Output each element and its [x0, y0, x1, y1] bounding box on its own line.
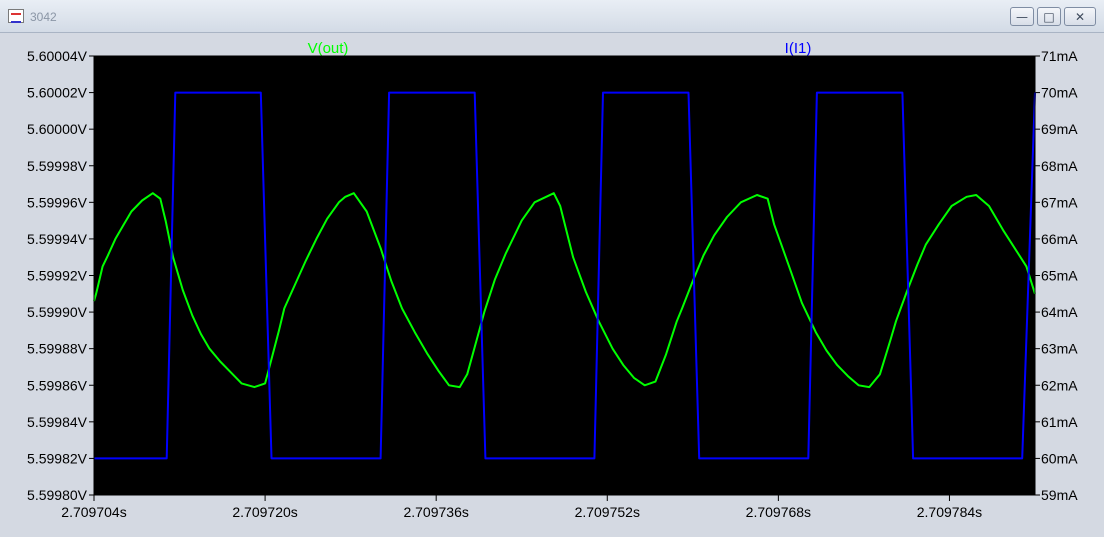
right-tick-label: 65mA — [1041, 268, 1078, 284]
window-controls: — □ ✕ — [1010, 7, 1096, 26]
window-title: 3042 — [30, 10, 57, 24]
right-tick-label: 63mA — [1041, 341, 1078, 357]
right-tick-label: 67mA — [1041, 194, 1078, 210]
x-tick-label: 2.709736s — [403, 504, 468, 520]
maximize-icon: □ — [1043, 9, 1055, 24]
left-tick-label: 5.60000V — [27, 121, 88, 137]
right-tick-label: 68mA — [1041, 158, 1078, 174]
legend-voltage[interactable]: V(out) — [308, 40, 349, 57]
left-tick-label: 5.59994V — [27, 231, 88, 247]
window-titlebar: 3042 — □ ✕ — [0, 0, 1104, 33]
right-tick-label: 61mA — [1041, 414, 1078, 430]
close-button[interactable]: ✕ — [1064, 7, 1096, 26]
waveform-icon — [8, 9, 24, 23]
left-tick-label: 5.59990V — [27, 304, 88, 320]
left-tick-label: 5.59992V — [27, 268, 88, 284]
left-tick-label: 5.60002V — [27, 85, 88, 101]
right-tick-label: 62mA — [1041, 377, 1078, 393]
right-tick-label: 59mA — [1041, 487, 1078, 503]
right-tick-label: 70mA — [1041, 85, 1078, 101]
minimize-button[interactable]: — — [1010, 7, 1034, 26]
right-tick-label: 71mA — [1041, 48, 1078, 64]
left-tick-label: 5.59988V — [27, 341, 88, 357]
right-tick-label: 64mA — [1041, 304, 1078, 320]
left-tick-label: 5.59980V — [27, 487, 88, 503]
plot-area[interactable]: 5.59980V 5.59982V 5.59984V 5.59986V 5.59988V… — [0, 33, 1104, 532]
x-tick-label: 2.709704s — [61, 504, 126, 520]
left-tick-label: 5.59986V — [27, 377, 88, 393]
legend-current[interactable]: I(I1) — [785, 40, 812, 57]
x-tick-label: 2.709784s — [917, 504, 982, 520]
maximize-button[interactable]: □ — [1037, 7, 1061, 26]
close-icon: ✕ — [1074, 9, 1086, 24]
right-tick-label: 66mA — [1041, 231, 1078, 247]
plot-background — [94, 56, 1035, 495]
left-tick-label: 5.59982V — [27, 450, 88, 466]
left-tick-label: 5.59984V — [27, 414, 88, 430]
waveform-chart[interactable]: 5.59980V 5.59982V 5.59984V 5.59986V 5.59988V… — [0, 33, 1104, 532]
right-tick-label: 69mA — [1041, 121, 1078, 137]
x-tick-label: 2.709720s — [232, 504, 297, 520]
left-tick-label: 5.59996V — [27, 194, 88, 210]
x-tick-label: 2.709752s — [575, 504, 640, 520]
left-tick-label: 5.60004V — [27, 48, 88, 64]
right-tick-label: 60mA — [1041, 450, 1078, 466]
x-tick-label: 2.709768s — [746, 504, 811, 520]
minimize-icon: — — [1016, 9, 1028, 24]
left-tick-label: 5.59998V — [27, 158, 88, 174]
